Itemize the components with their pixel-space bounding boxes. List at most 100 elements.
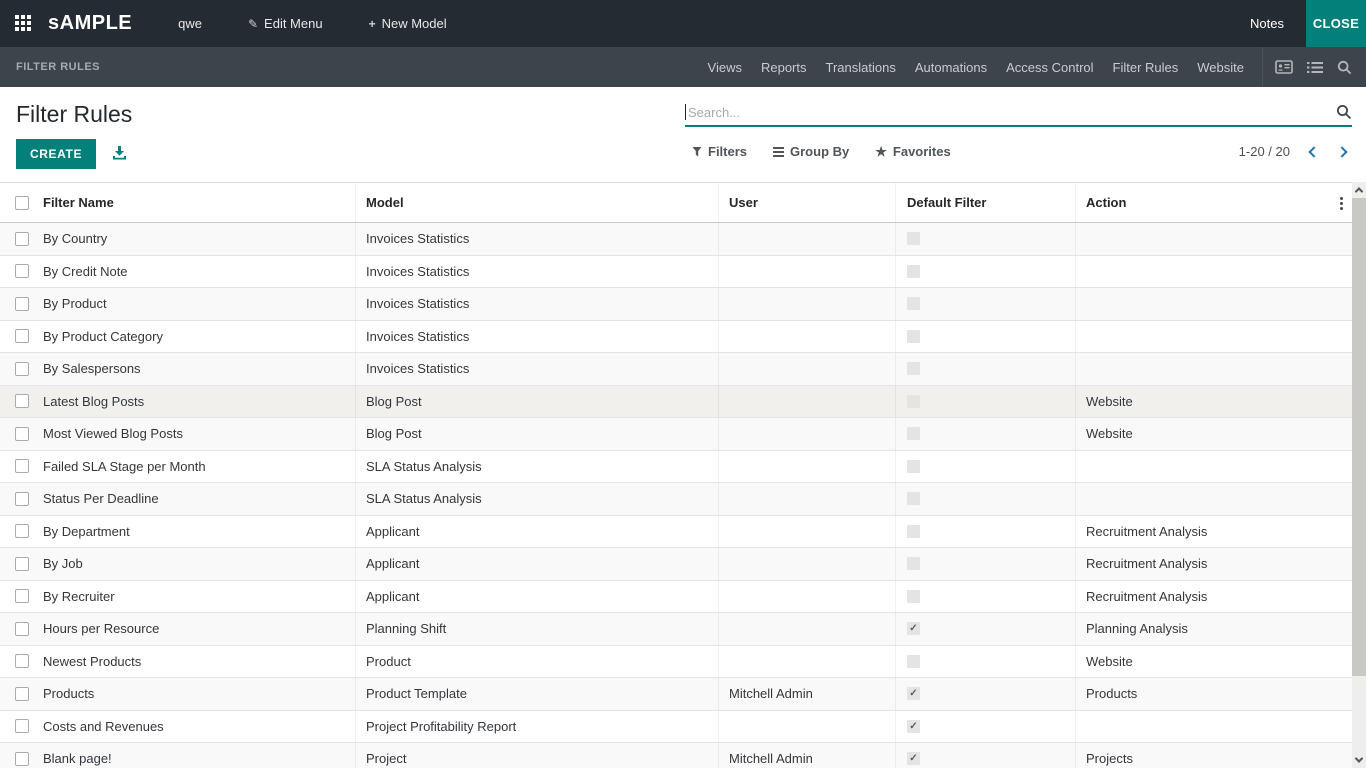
row-select-cell [0, 256, 43, 288]
page-title: Filter Rules [16, 101, 132, 128]
new-model-button[interactable]: + New Model [369, 16, 447, 31]
row-checkbox[interactable] [15, 427, 29, 441]
scroll-up-icon[interactable] [1352, 182, 1366, 198]
default-filter-checkbox [907, 395, 920, 408]
row-checkbox[interactable] [15, 459, 29, 473]
row-checkbox[interactable] [15, 329, 29, 343]
row-checkbox[interactable] [15, 232, 29, 246]
row-checkbox[interactable] [15, 557, 29, 571]
filters-button[interactable]: Filters [692, 144, 747, 159]
cell-filter-name: Status Per Deadline [43, 483, 355, 515]
cell-default-filter [895, 321, 1075, 353]
cell-model: Applicant [355, 516, 718, 548]
column-header-filter-name[interactable]: Filter Name [43, 183, 355, 222]
search-submit-icon[interactable] [1336, 104, 1352, 120]
row-select-cell [0, 581, 43, 613]
scroll-down-icon[interactable] [1352, 752, 1366, 768]
pager: 1-20 / 20 [1239, 144, 1346, 159]
table-row[interactable]: By Job Applicant Recruitment Analysis [0, 548, 1352, 581]
table-row[interactable]: Failed SLA Stage per Month SLA Status An… [0, 451, 1352, 484]
cell-default-filter [895, 451, 1075, 483]
select-all-checkbox[interactable] [15, 196, 29, 210]
brand-title[interactable]: sAMPLE [48, 12, 132, 35]
row-checkbox[interactable] [15, 394, 29, 408]
cell-action: Website [1075, 386, 1330, 418]
pager-previous-icon[interactable] [1308, 146, 1319, 157]
column-header-user[interactable]: User [718, 183, 895, 222]
search-box [685, 99, 1352, 127]
search-input[interactable] [686, 105, 1336, 120]
nav-item-views[interactable]: Views [708, 60, 742, 75]
table-row[interactable]: By Credit Note Invoices Statistics [0, 256, 1352, 289]
nav-item-access-control[interactable]: Access Control [1006, 60, 1093, 75]
row-checkbox[interactable] [15, 589, 29, 603]
nav-item-filter-rules[interactable]: Filter Rules [1113, 60, 1179, 75]
table-row[interactable]: Products Product Template Mitchell Admin… [0, 678, 1352, 711]
cell-user [718, 321, 895, 353]
default-filter-checkbox [907, 265, 920, 278]
row-checkbox[interactable] [15, 524, 29, 538]
row-checkbox[interactable] [15, 654, 29, 668]
pager-next-icon[interactable] [1336, 146, 1347, 157]
subnav: FILTER RULES Views Reports Translations … [0, 47, 1366, 87]
column-header-action[interactable]: Action [1075, 183, 1330, 222]
row-checkbox[interactable] [15, 752, 29, 766]
table-row[interactable]: By Country Invoices Statistics [0, 223, 1352, 256]
cell-user [718, 288, 895, 320]
row-checkbox[interactable] [15, 297, 29, 311]
row-checkbox[interactable] [15, 687, 29, 701]
search-icon[interactable] [1337, 60, 1352, 75]
row-checkbox[interactable] [15, 362, 29, 376]
create-button[interactable]: CREATE [16, 139, 96, 169]
subnav-icons [1263, 60, 1366, 75]
nav-item-website[interactable]: Website [1197, 60, 1244, 75]
row-select-cell [0, 386, 43, 418]
row-checkbox[interactable] [15, 492, 29, 506]
list-view-icon[interactable] [1307, 61, 1323, 74]
column-header-default-filter[interactable]: Default Filter [895, 183, 1075, 222]
row-checkbox[interactable] [15, 719, 29, 733]
favorites-button[interactable]: ★ Favorites [875, 144, 950, 159]
table-row[interactable]: By Salespersons Invoices Statistics [0, 353, 1352, 386]
optional-columns-icon[interactable] [1339, 196, 1344, 211]
table-row[interactable]: Most Viewed Blog Posts Blog Post Website [0, 418, 1352, 451]
table-row[interactable]: Blank page! Project Mitchell Admin Proje… [0, 743, 1352, 768]
topbar: sAMPLE qwe ✎ Edit Menu + New Model Notes… [0, 0, 1366, 47]
contact-card-icon[interactable] [1275, 60, 1293, 74]
menu-item-qwe[interactable]: qwe [178, 16, 202, 31]
apps-grid-icon[interactable] [15, 15, 33, 33]
cell-default-filter [895, 256, 1075, 288]
table-row[interactable]: By Department Applicant Recruitment Anal… [0, 516, 1352, 549]
scrollbar-thumb[interactable] [1352, 198, 1366, 676]
group-by-button[interactable]: Group By [773, 144, 849, 159]
table-row[interactable]: Latest Blog Posts Blog Post Website [0, 386, 1352, 419]
table-row[interactable]: Status Per Deadline SLA Status Analysis [0, 483, 1352, 516]
nav-item-reports[interactable]: Reports [761, 60, 807, 75]
row-checkbox[interactable] [15, 264, 29, 278]
control-panel: Filter Rules CREATE Filters Group By [0, 87, 1366, 182]
table-row[interactable]: Hours per Resource Planning Shift Planni… [0, 613, 1352, 646]
plus-icon: + [369, 17, 376, 31]
table-row[interactable]: By Recruiter Applicant Recruitment Analy… [0, 581, 1352, 614]
vertical-scrollbar[interactable] [1352, 182, 1366, 768]
table-row[interactable]: By Product Invoices Statistics [0, 288, 1352, 321]
row-select-cell [0, 223, 43, 255]
export-download-icon[interactable] [112, 146, 127, 161]
cell-default-filter [895, 483, 1075, 515]
nav-item-automations[interactable]: Automations [915, 60, 987, 75]
table-row[interactable]: By Product Category Invoices Statistics [0, 321, 1352, 354]
default-filter-checkbox [907, 655, 920, 668]
nav-item-translations[interactable]: Translations [826, 60, 896, 75]
table-row[interactable]: Costs and Revenues Project Profitability… [0, 711, 1352, 744]
notes-button[interactable]: Notes [1250, 16, 1284, 31]
menu-qwe-label: qwe [178, 16, 202, 31]
row-select-cell [0, 613, 43, 645]
cell-user: Mitchell Admin [718, 743, 895, 768]
table-row[interactable]: Newest Products Product Website [0, 646, 1352, 679]
default-filter-checkbox [907, 720, 920, 733]
column-header-model[interactable]: Model [355, 183, 718, 222]
row-select-cell [0, 516, 43, 548]
edit-menu-button[interactable]: ✎ Edit Menu [248, 16, 323, 31]
row-checkbox[interactable] [15, 622, 29, 636]
close-button[interactable]: CLOSE [1306, 0, 1366, 47]
